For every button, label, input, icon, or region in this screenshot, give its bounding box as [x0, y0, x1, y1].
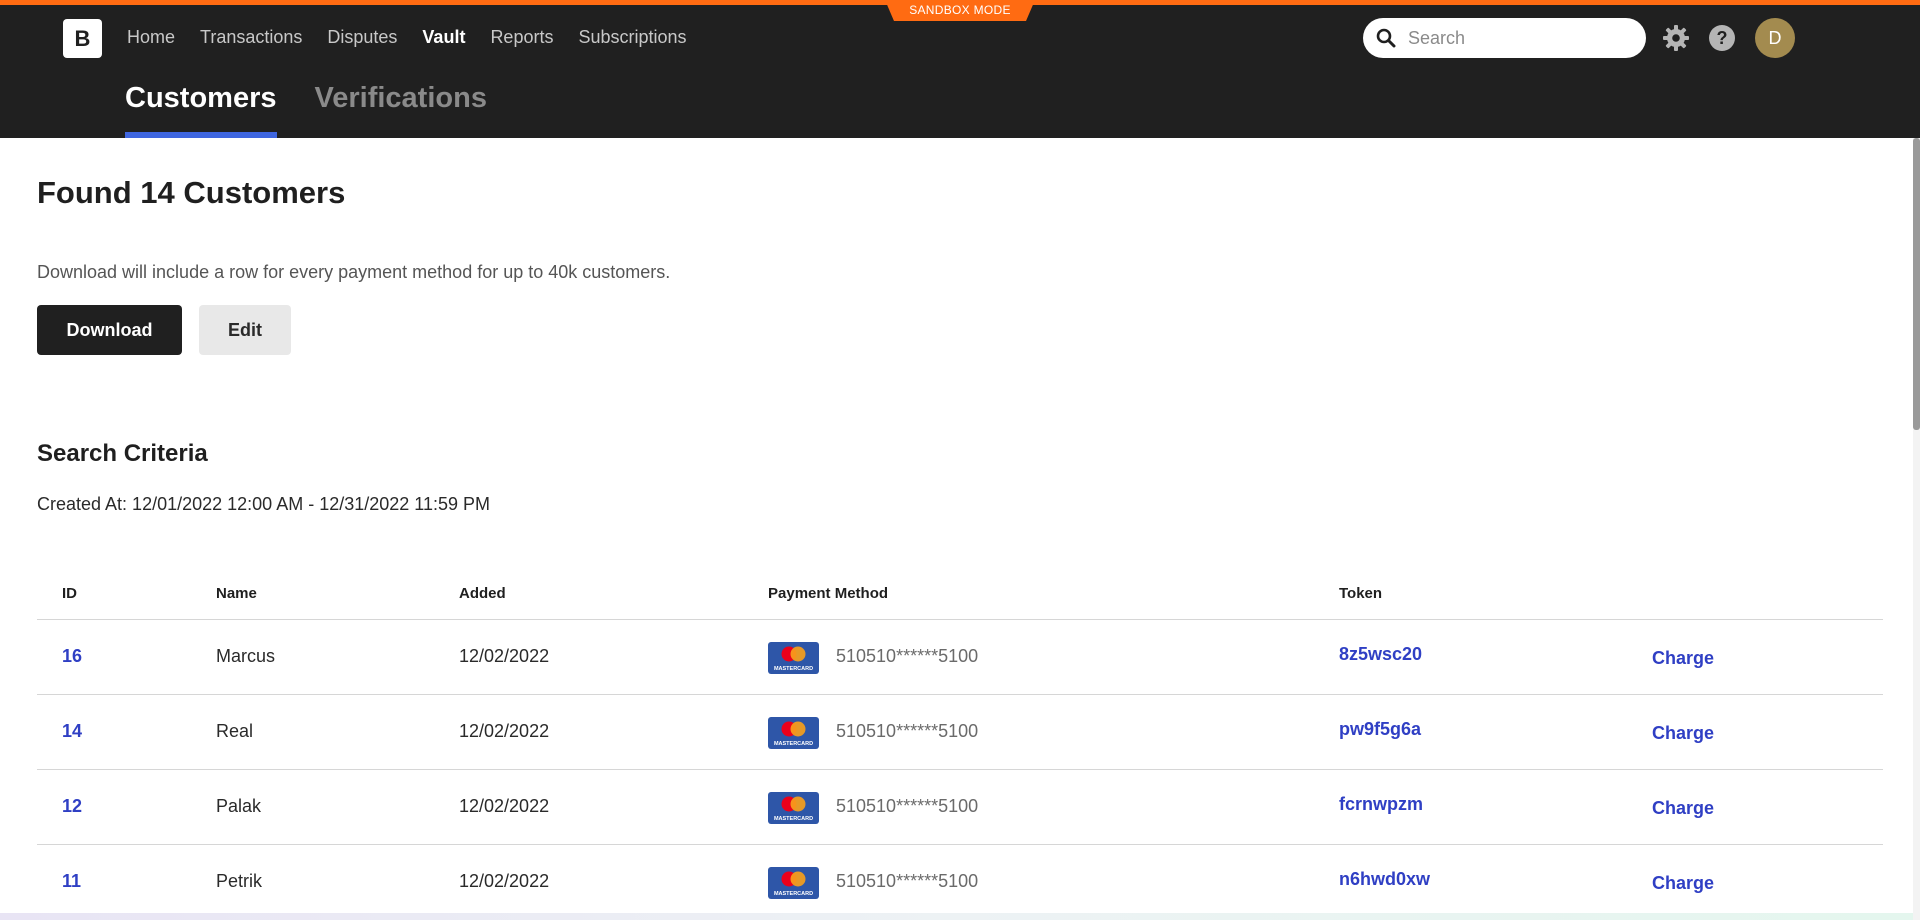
svg-text:MASTERCARD: MASTERCARD — [774, 891, 813, 897]
svg-text:MASTERCARD: MASTERCARD — [774, 666, 813, 672]
svg-text:MASTERCARD: MASTERCARD — [774, 816, 813, 822]
customer-id-link[interactable]: 16 — [62, 646, 82, 667]
download-button[interactable]: Download — [37, 305, 182, 355]
payment-token-link[interactable]: fcrnwpzm — [1339, 794, 1423, 815]
column-header-payment-method: Payment Method — [768, 585, 889, 602]
search-box[interactable] — [1363, 18, 1646, 58]
mastercard-icon: MASTERCARD — [768, 792, 819, 824]
customer-id-link[interactable]: 14 — [62, 721, 82, 742]
customer-added-date: 12/02/2022 — [459, 796, 550, 816]
column-header-token: Token — [1339, 585, 1383, 602]
nav-item-subscriptions[interactable]: Subscriptions — [578, 23, 686, 51]
customer-name: Petrik — [216, 871, 263, 891]
column-header-added: Added — [459, 585, 506, 602]
gear-icon[interactable] — [1662, 24, 1690, 52]
nav-item-home[interactable]: Home — [127, 23, 175, 51]
customers-table: ID Name Added Payment Method Token 16 Ma… — [37, 575, 1883, 920]
user-avatar[interactable]: D — [1755, 18, 1795, 58]
customer-added-date: 12/02/2022 — [459, 871, 550, 891]
payment-token-link[interactable]: 8z5wsc20 — [1339, 644, 1422, 665]
customer-name: Marcus — [216, 646, 276, 666]
brand-logo[interactable]: B — [63, 19, 102, 58]
tab-customers[interactable]: Customers — [125, 78, 277, 138]
charge-link[interactable]: Charge — [1652, 723, 1714, 744]
customer-added-date: 12/02/2022 — [459, 646, 550, 666]
column-header-id: ID — [62, 585, 77, 602]
customer-added-date: 12/02/2022 — [459, 721, 550, 741]
table-row: 11 Petrik 12/02/2022 MASTERCARD 510510**… — [37, 845, 1883, 920]
nav-item-vault[interactable]: Vault — [422, 23, 465, 51]
masked-card-number: 510510******5100 — [836, 721, 979, 741]
nav-item-transactions[interactable]: Transactions — [200, 23, 302, 51]
masked-card-number: 510510******5100 — [836, 871, 979, 891]
mastercard-icon: MASTERCARD — [768, 717, 819, 749]
svg-text:MASTERCARD: MASTERCARD — [774, 741, 813, 747]
bottom-edge-gradient — [0, 913, 1913, 920]
customer-name: Palak — [216, 796, 262, 816]
table-header: ID Name Added Payment Method Token — [37, 575, 1883, 620]
vault-subtabs: Customers Verifications — [125, 78, 525, 138]
masked-card-number: 510510******5100 — [836, 796, 979, 816]
customer-id-link[interactable]: 11 — [62, 871, 81, 892]
table-row: 12 Palak 12/02/2022 MASTERCARD 510510***… — [37, 770, 1883, 845]
mastercard-icon: MASTERCARD — [768, 867, 819, 899]
search-criteria-heading: Search Criteria — [37, 440, 208, 467]
mastercard-icon: MASTERCARD — [768, 642, 819, 674]
customer-id-link[interactable]: 12 — [62, 796, 82, 817]
masked-card-number: 510510******5100 — [836, 646, 979, 666]
top-navigation: Home Transactions Disputes Vault Reports… — [127, 23, 712, 51]
charge-link[interactable]: Charge — [1652, 873, 1714, 894]
charge-link[interactable]: Charge — [1652, 798, 1714, 819]
page-title: Found 14 Customers — [37, 175, 346, 210]
search-input[interactable] — [1406, 24, 1626, 52]
column-header-name: Name — [216, 585, 257, 602]
payment-token-link[interactable]: n6hwd0xw — [1339, 869, 1430, 890]
tab-verifications[interactable]: Verifications — [315, 78, 487, 138]
search-criteria-created-at: Created At: 12/01/2022 12:00 AM - 12/31/… — [37, 494, 490, 514]
search-icon — [1376, 28, 1396, 48]
table-row: 14 Real 12/02/2022 MASTERCARD 510510****… — [37, 695, 1883, 770]
customer-name: Real — [216, 721, 254, 741]
help-icon[interactable]: ? — [1708, 24, 1736, 52]
page-scrollbar-thumb[interactable] — [1913, 138, 1920, 430]
edit-button[interactable]: Edit — [199, 305, 291, 355]
charge-link[interactable]: Charge — [1652, 648, 1714, 669]
sandbox-mode-badge: SANDBOX MODE — [885, 0, 1035, 21]
table-row: 16 Marcus 12/02/2022 MASTERCARD 510510**… — [37, 620, 1883, 695]
nav-item-reports[interactable]: Reports — [490, 23, 553, 51]
download-note: Download will include a row for every pa… — [37, 262, 671, 282]
payment-token-link[interactable]: pw9f5g6a — [1339, 719, 1421, 740]
svg-text:?: ? — [1717, 28, 1728, 48]
nav-item-disputes[interactable]: Disputes — [327, 23, 397, 51]
app-header: SANDBOX MODE B Home Transactions Dispute… — [0, 0, 1920, 138]
